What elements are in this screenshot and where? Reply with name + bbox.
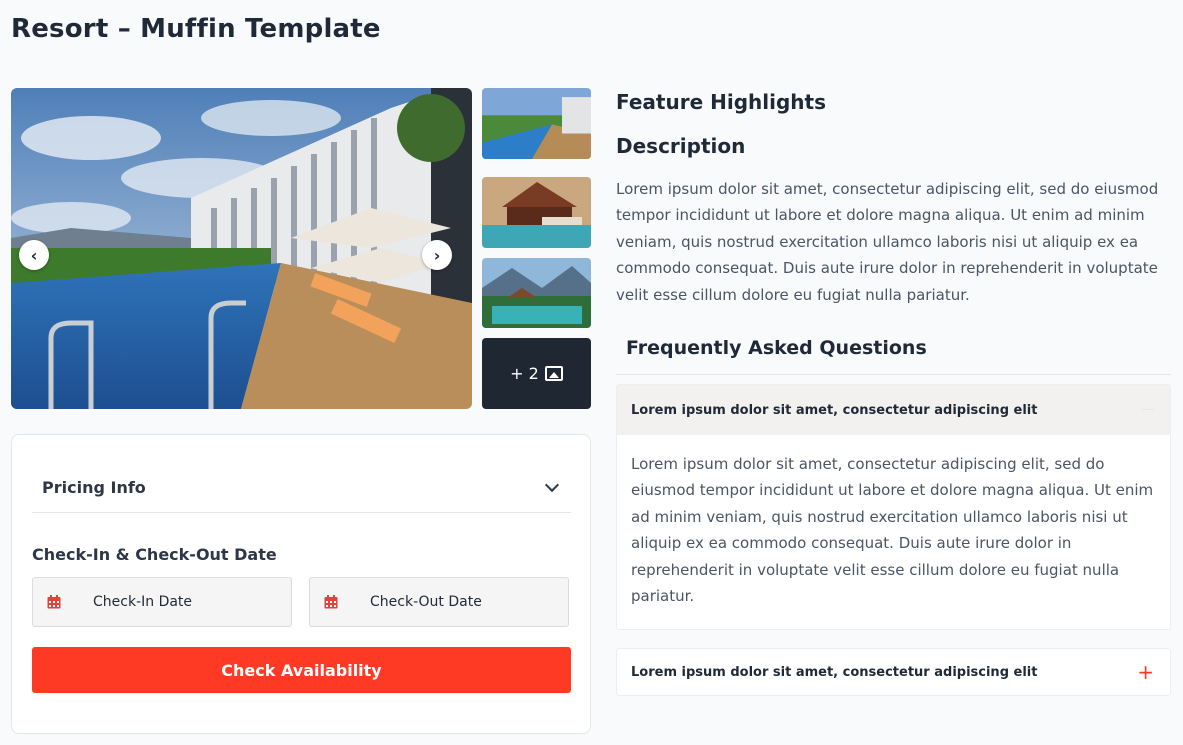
gallery-next-button[interactable]: › [422,240,452,270]
page-title: Resort – Muffin Template [11,14,381,44]
gallery-thumbnail[interactable] [482,177,591,248]
checkin-date-placeholder: Check-In Date [93,594,193,610]
feature-highlights-heading: Feature Highlights [616,90,826,114]
chevron-down-icon [544,477,560,492]
pricing-info-toggle[interactable]: Pricing Info [32,463,571,513]
gallery-thumbnail[interactable] [482,88,591,159]
gallery-more-thumbnail[interactable]: + 2 [482,338,591,409]
minus-icon [1142,409,1154,410]
chevron-left-icon: ‹ [30,245,38,265]
faq-item: Lorem ipsum dolor sit amet, consectetur … [616,384,1171,630]
image-icon [544,366,563,381]
gallery-prev-button[interactable]: ‹ [19,240,49,270]
faq-heading: Frequently Asked Questions [616,337,1171,375]
booking-card: Pricing Info Check-In & Check-Out Date C… [11,434,591,734]
chevron-right-icon: › [433,245,441,265]
faq-question: Lorem ipsum dolor sit amet, consectetur … [631,664,1038,680]
dates-heading: Check-In & Check-Out Date [32,545,277,564]
faq-question-toggle[interactable]: Lorem ipsum dolor sit amet, consectetur … [617,385,1170,435]
faq-question: Lorem ipsum dolor sit amet, consectetur … [631,402,1038,418]
faq-answer: Lorem ipsum dolor sit amet, consectetur … [631,455,1154,606]
description-heading: Description [616,134,746,158]
calendar-icon [47,595,61,609]
plus-icon: + [1137,660,1154,684]
checkout-date-placeholder: Check-Out Date [370,594,482,610]
pricing-info-label: Pricing Info [42,478,146,497]
main-photo[interactable] [11,88,472,409]
check-availability-button[interactable]: Check Availability [32,647,571,693]
checkout-date-field[interactable]: Check-Out Date [309,577,569,627]
gallery-thumbnail[interactable] [482,258,591,328]
faq-question-toggle[interactable]: Lorem ipsum dolor sit amet, consectetur … [616,648,1171,696]
description-text: Lorem ipsum dolor sit amet, consectetur … [616,180,1159,304]
more-count: + 2 [510,364,539,383]
checkin-date-field[interactable]: Check-In Date [32,577,292,627]
calendar-icon [324,595,338,609]
